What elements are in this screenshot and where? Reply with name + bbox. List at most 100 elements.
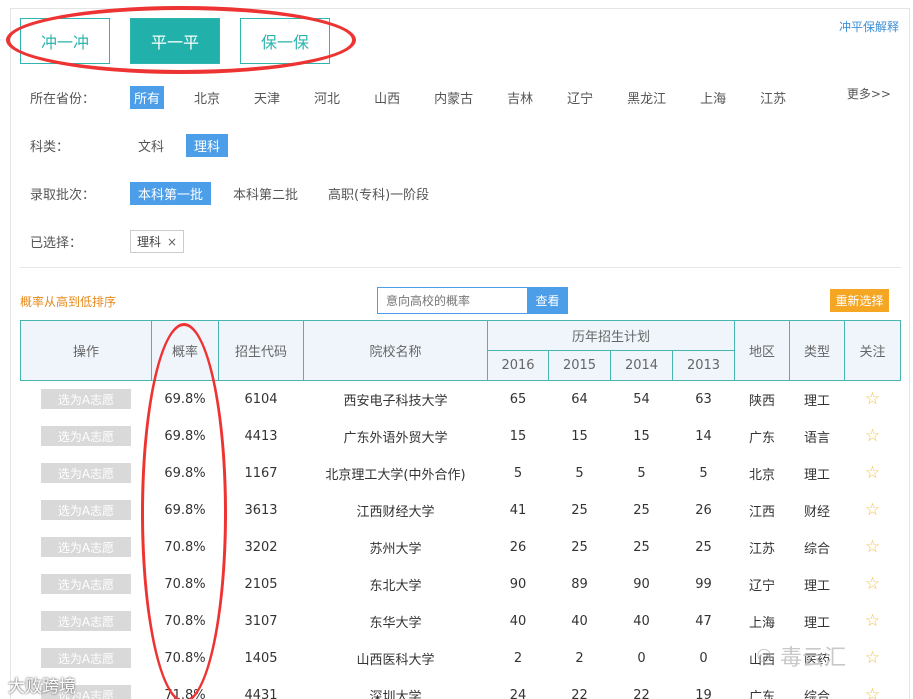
header-follow: 关注 [844, 320, 902, 381]
school-name-cell: 山西医科大学 [356, 652, 435, 668]
pick-a-choice-button[interactable]: 选为A志愿 [41, 500, 131, 520]
rate-cell: 69.8% [164, 465, 206, 481]
type-cell: 理工 [804, 393, 831, 409]
pick-button-cell: 选为A志愿 [21, 529, 152, 566]
type-cell: 理工 [804, 467, 831, 483]
region-cell: 江苏 [749, 541, 776, 557]
plan-2015-cell: 25 [571, 539, 588, 555]
pick-a-choice-button[interactable]: 选为A志愿 [41, 389, 131, 410]
plan-2015-cell: 25 [571, 502, 588, 518]
table-row: 选为A志愿 70.8% 3202 苏州大学 26 25 25 25 江苏 综合 ☆ [21, 529, 901, 566]
star-icon[interactable]: ☆ [865, 500, 880, 520]
table-row: 选为A志愿 70.8% 2105 东北大学 90 89 90 99 辽宁 理工 ☆ [21, 566, 901, 603]
rate-cell: 69.8% [164, 391, 206, 407]
star-icon[interactable]: ☆ [865, 685, 880, 699]
wechat-icon: ⚇ [756, 645, 773, 667]
pick-a-choice-button[interactable]: 选为A志愿 [41, 426, 131, 446]
follow-cell: ☆ [845, 529, 901, 566]
province-filter-label: 所在省份： [30, 92, 96, 107]
star-icon[interactable]: ☆ [865, 574, 880, 594]
star-icon[interactable]: ☆ [865, 611, 880, 631]
plan-2014-cell: 0 [637, 650, 646, 666]
province-option-all[interactable]: 所有 [130, 86, 165, 109]
search-button[interactable]: 查看 [527, 287, 568, 314]
school-search: 查看 [377, 287, 568, 314]
school-name-cell: 苏州大学 [369, 541, 422, 557]
divider [20, 267, 901, 268]
header-rate[interactable]: 概率 [151, 320, 219, 381]
code-cell: 3202 [244, 539, 278, 555]
province-option-jiangsu[interactable]: 江苏 [756, 86, 790, 109]
search-input[interactable] [377, 287, 527, 314]
watermark-right-text: 毒云汇 [780, 646, 847, 671]
follow-cell: ☆ [845, 492, 901, 529]
tab-ping[interactable]: 平一平 [130, 18, 220, 64]
code-cell: 6104 [244, 391, 278, 407]
pick-a-choice-button[interactable]: 选为A志愿 [41, 648, 131, 668]
province-filter: 所在省份： 所有 北京 天津 河北 山西 内蒙古 吉林 辽宁 黑龙江 上海 江苏 [30, 86, 816, 109]
table-row: 选为A志愿 70.8% 3107 东华大学 40 40 40 47 上海 理工 ☆ [21, 603, 901, 640]
province-option-liaoning[interactable]: 辽宁 [563, 86, 597, 109]
school-name-cell: 东北大学 [369, 578, 422, 594]
subject-option-wenke[interactable]: 文科 [130, 134, 172, 157]
pick-a-choice-button[interactable]: 选为A志愿 [41, 611, 131, 631]
plan-2016-cell: 90 [509, 576, 527, 592]
region-cell: 江西 [749, 504, 776, 520]
rate-cell: 70.8% [164, 539, 206, 555]
reset-button[interactable]: 重新选择 [830, 289, 889, 312]
table-row: 选为A志愿 69.8% 1167 北京理工大学(中外合作) 5 5 5 5 北京 理工 ☆ [21, 455, 901, 492]
province-more-link[interactable]: 更多>> [847, 85, 891, 102]
header-region: 地区 [734, 320, 791, 381]
batch-option-first[interactable]: 本科第一批 [130, 182, 212, 205]
plan-2016-cell: 41 [509, 502, 527, 518]
watermark-right: ⚇ 毒云汇 [756, 640, 846, 672]
province-option-beijing[interactable]: 北京 [190, 86, 224, 109]
batch-option-vocational[interactable]: 高职(专科)一阶段 [320, 182, 437, 205]
star-icon[interactable]: ☆ [865, 426, 880, 446]
subject-filter: 科类： 文科 理科 [30, 134, 242, 157]
selected-filters: 已选择： 理科 × [30, 230, 185, 253]
close-icon[interactable]: × [167, 235, 177, 249]
pick-button-cell: 选为A志愿 [21, 603, 152, 640]
tab-bao[interactable]: 保一保 [240, 18, 330, 64]
pick-a-choice-button[interactable]: 选为A志愿 [41, 463, 131, 483]
plan-2015-cell: 64 [571, 391, 588, 407]
batch-option-second[interactable]: 本科第二批 [225, 182, 306, 205]
header-plan: 历年招生计划 [486, 320, 736, 351]
subject-filter-label: 科类： [30, 140, 70, 155]
province-option-jilin[interactable]: 吉林 [503, 86, 537, 109]
province-option-shanxi[interactable]: 山西 [370, 86, 404, 109]
header-name: 院校名称 [303, 320, 488, 381]
province-option-shanghai[interactable]: 上海 [696, 86, 730, 109]
code-cell: 4431 [244, 687, 278, 699]
tab-chong[interactable]: 冲一冲 [20, 18, 110, 64]
subject-option-like[interactable]: 理科 [186, 134, 229, 157]
province-option-heilongjiang[interactable]: 黑龙江 [623, 86, 670, 109]
star-icon[interactable]: ☆ [865, 389, 880, 409]
sort-hint[interactable]: 概率从高到低排序 [20, 293, 116, 310]
type-cell: 理工 [804, 578, 831, 594]
plan-2015-cell: 2 [575, 650, 584, 666]
header-code: 招生代码 [218, 320, 304, 381]
star-icon[interactable]: ☆ [865, 648, 880, 668]
star-icon[interactable]: ☆ [865, 537, 880, 557]
explain-link[interactable]: 冲平保解释 [839, 18, 899, 35]
plan-2014-cell: 22 [633, 687, 650, 699]
rate-cell: 70.8% [164, 613, 206, 629]
province-option-neimenggu[interactable]: 内蒙古 [430, 86, 477, 109]
table-row: 选为A志愿 71.8% 4431 深圳大学 24 22 22 19 广东 综合 ☆ [21, 677, 901, 699]
pick-a-choice-button[interactable]: 选为A志愿 [41, 537, 131, 557]
plan-2015-cell: 22 [571, 687, 588, 699]
province-option-hebei[interactable]: 河北 [310, 86, 344, 109]
region-cell: 广东 [749, 430, 776, 446]
star-icon[interactable]: ☆ [865, 463, 880, 483]
type-cell: 理工 [804, 615, 831, 631]
batch-filter: 录取批次： 本科第一批 本科第二批 高职(专科)一阶段 [30, 182, 451, 205]
pick-a-choice-button[interactable]: 选为A志愿 [41, 574, 131, 594]
plan-2014-cell: 90 [633, 576, 650, 592]
province-option-tianjin[interactable]: 天津 [250, 86, 284, 109]
pick-button-cell: 选为A志愿 [21, 566, 152, 603]
plan-2016-cell: 26 [509, 539, 527, 555]
code-cell: 4413 [244, 428, 278, 444]
type-cell: 综合 [804, 541, 831, 557]
